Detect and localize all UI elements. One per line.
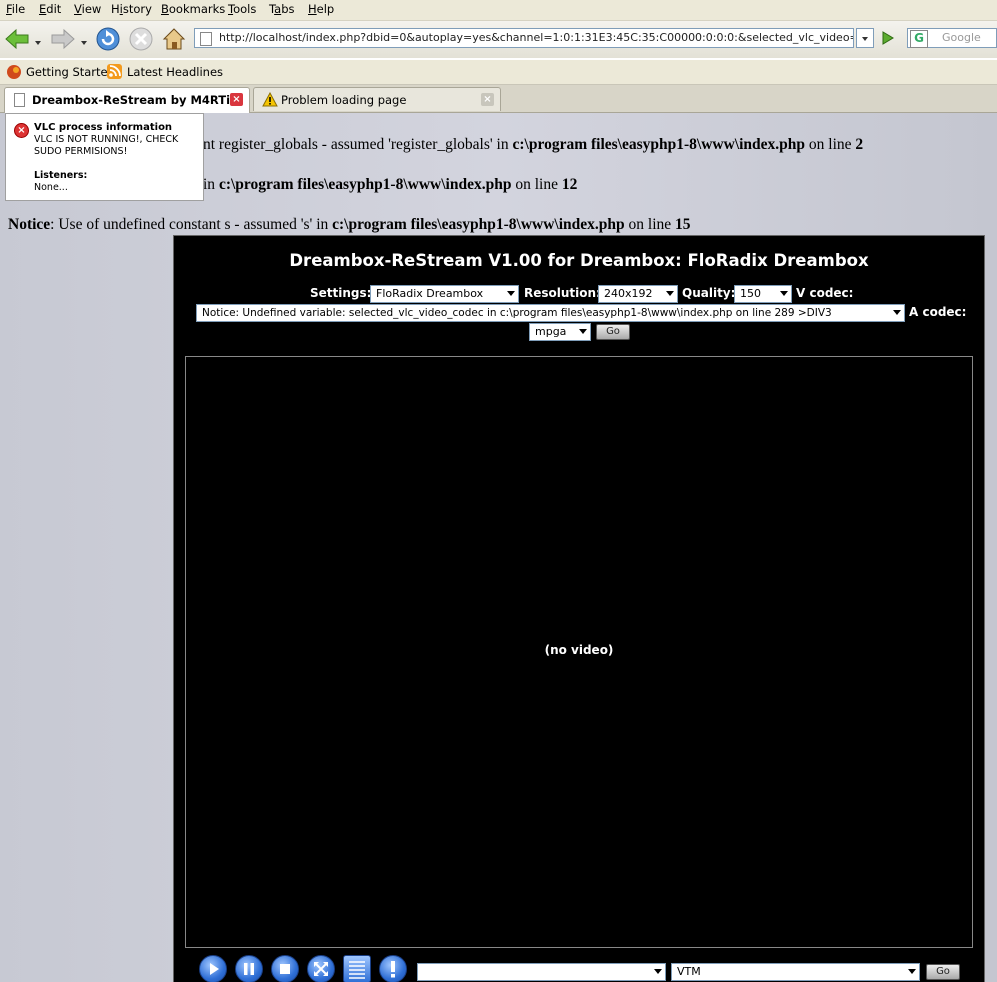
video-display[interactable]: (no video) [185,356,973,948]
no-video-text: (no video) [544,643,614,657]
menu-edit[interactable]: Edit [39,2,61,16]
php-notice-line-15: Notice: Use of undefined constant s - as… [8,216,691,233]
player-title: Dreambox-ReStream V1.00 for Dreambox: Fl… [289,251,869,270]
go-arrow-icon[interactable] [878,29,896,47]
page-content: nt register_globals - assumed 'register_… [0,113,997,982]
chevron-down-icon [666,291,674,296]
php-notice-register-globals: nt register_globals - assumed 'register_… [203,136,864,153]
settings-select[interactable]: FloRadix Dreambox [370,285,519,303]
reload-icon[interactable] [94,25,122,53]
chevron-down-icon [507,291,515,296]
search-input[interactable]: G Google [907,28,997,48]
menu-file[interactable]: File [6,2,25,16]
search-placeholder: Google [942,31,981,44]
fullscreen-icon[interactable] [307,955,335,982]
info-icon[interactable] [379,955,407,982]
chevron-down-icon [908,969,916,974]
close-tab-icon[interactable]: × [230,93,243,106]
stop-icon[interactable] [127,25,155,53]
tab-label: Dreambox-ReStream by M4RTiN [32,93,240,107]
menu-bookmarks[interactable]: Bookmarks [161,2,225,16]
stop-icon[interactable] [271,955,299,982]
google-engine-icon[interactable]: G [910,30,928,48]
quality-label: Quality: [682,286,736,300]
chevron-down-icon [780,291,788,296]
back-history-dropdown-icon[interactable] [32,25,44,53]
vcodec-select[interactable]: Notice: Undefined variable: selected_vlc… [196,304,905,322]
restream-player-panel: Dreambox-ReStream V1.00 for Dreambox: Fl… [173,235,985,982]
warning-icon [262,91,278,110]
tab-label: Problem loading page [281,93,407,107]
firefox-bookmark-icon [6,64,22,83]
menu-history[interactable]: History [111,2,152,16]
zap-go-button[interactable]: Go [926,964,960,980]
listeners-value: None... [34,182,68,193]
back-icon[interactable] [4,25,32,53]
home-icon[interactable] [160,25,188,53]
menu-bar: File Edit View History Bookmarks Tools T… [0,0,997,21]
playlist-icon[interactable] [343,955,371,982]
tab-problem-loading[interactable]: Problem loading page × [253,87,501,111]
listeners-label: Listeners: [34,170,88,181]
resolution-label: Resolution: [524,286,601,300]
acodec-label: A codec: [909,305,967,319]
forward-history-dropdown-icon[interactable] [78,25,90,53]
vcodec-label: V codec: [796,286,854,300]
chevron-down-icon [654,969,662,974]
chevron-down-icon [579,329,587,334]
url-input[interactable]: http://localhost/index.php?dbid=0&autopl… [194,28,854,48]
rss-feed-icon [107,64,123,83]
popup-message: VLC IS NOT RUNNING!, CHECK SUDO PERMISIO… [34,134,179,157]
channel-select[interactable] [417,963,666,981]
page-icon [200,32,212,46]
url-history-dropdown-icon[interactable] [856,28,874,48]
menu-help[interactable]: Help [308,2,334,16]
close-tab-icon[interactable]: × [481,93,494,106]
url-text: http://localhost/index.php?dbid=0&autopl… [219,31,853,44]
bookmark-getting-started[interactable]: Getting Started [26,65,115,79]
bouquet-select[interactable]: VTM [671,963,920,981]
chevron-down-icon [893,310,901,315]
bookmarks-toolbar: Getting Started Latest Headlines [0,60,997,85]
menu-tools[interactable]: Tools [228,2,256,16]
menu-view[interactable]: View [74,2,101,16]
error-icon: × [14,123,29,138]
pause-icon[interactable] [235,955,263,982]
tab-dreambox-restream[interactable]: Dreambox-ReStream by M4RTiN × [4,87,250,113]
vlc-process-info-popup: × VLC process information VLC IS NOT RUN… [5,113,204,201]
php-notice-line-12: in c:\program files\easyphp1-8\www\index… [203,176,578,193]
popup-title: VLC process information [34,122,173,133]
resolution-select[interactable]: 240x192 [598,285,678,303]
play-icon[interactable] [199,955,227,982]
tab-strip: Dreambox-ReStream by M4RTiN × Problem lo… [0,85,997,113]
menu-tabs[interactable]: Tabs [269,2,294,16]
settings-label: Settings: [310,286,372,300]
apply-settings-go-button[interactable]: Go [596,324,630,340]
bookmark-latest-headlines[interactable]: Latest Headlines [127,65,223,79]
page-icon [14,93,25,107]
forward-icon[interactable] [48,25,76,53]
acodec-select[interactable]: mpga [529,323,591,341]
quality-select[interactable]: 150 [734,285,792,303]
